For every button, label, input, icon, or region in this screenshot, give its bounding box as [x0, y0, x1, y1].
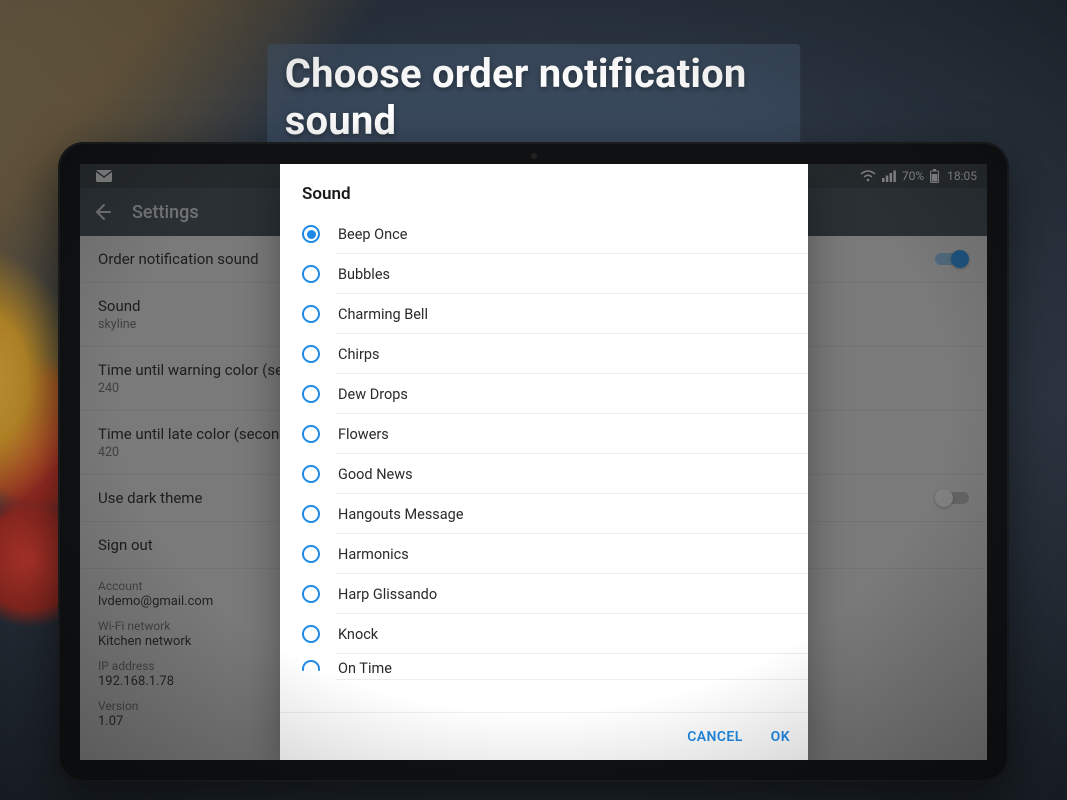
sound-option[interactable]: Bubbles: [280, 254, 808, 294]
radio-icon: [302, 545, 320, 563]
radio-icon: [302, 305, 320, 323]
sound-option[interactable]: Beep Once: [280, 214, 808, 254]
sound-option-label: Chirps: [338, 346, 380, 363]
sound-option[interactable]: Charming Bell: [280, 294, 808, 334]
banner-title: Choose order notification sound: [267, 44, 801, 150]
radio-icon: [302, 505, 320, 523]
sound-option-label: Harmonics: [338, 546, 409, 563]
sound-dialog: Sound Beep Once Bubbles Charming Bell Chirp…: [280, 164, 808, 760]
tablet-frame: 70% 18:05 Settings Order notification so…: [58, 142, 1009, 782]
sound-option[interactable]: Flowers: [280, 414, 808, 454]
sound-option[interactable]: Dew Drops: [280, 374, 808, 414]
tablet-screen: 70% 18:05 Settings Order notification so…: [80, 164, 987, 760]
sound-option-label: On Time: [338, 660, 392, 677]
promo-background: Choose order notification sound 70%: [0, 0, 1067, 800]
radio-icon: [302, 585, 320, 603]
radio-icon: [302, 345, 320, 363]
sound-option[interactable]: Knock: [280, 614, 808, 654]
sound-option-label: Beep Once: [338, 226, 407, 243]
cancel-button[interactable]: CANCEL: [687, 729, 742, 745]
sound-option[interactable]: Harmonics: [280, 534, 808, 574]
radio-icon: [302, 425, 320, 443]
dialog-actions: CANCEL OK: [280, 712, 808, 760]
radio-icon: [302, 385, 320, 403]
sound-option[interactable]: Good News: [280, 454, 808, 494]
sound-option[interactable]: Hangouts Message: [280, 494, 808, 534]
radio-icon: [302, 465, 320, 483]
sound-option-label: Good News: [338, 466, 413, 483]
sound-option-label: Hangouts Message: [338, 506, 464, 523]
dialog-title: Sound: [280, 164, 808, 214]
sound-option-label: Charming Bell: [338, 306, 428, 323]
sound-option-label: Harp Glissando: [338, 586, 437, 603]
radio-icon: [302, 225, 320, 243]
radio-icon: [302, 265, 320, 283]
sound-option-label: Knock: [338, 626, 378, 643]
radio-icon: [302, 625, 320, 643]
sound-option-label: Dew Drops: [338, 386, 408, 403]
sound-option[interactable]: Chirps: [280, 334, 808, 374]
sound-option[interactable]: Harp Glissando: [280, 574, 808, 614]
radio-icon: [302, 660, 320, 678]
sound-option[interactable]: On Time: [280, 654, 808, 680]
sound-options-list[interactable]: Beep Once Bubbles Charming Bell Chirps Dew D…: [280, 214, 808, 712]
sound-option-label: Bubbles: [338, 266, 390, 283]
ok-button[interactable]: OK: [771, 729, 790, 745]
tablet-camera-icon: [530, 152, 538, 160]
sound-option-label: Flowers: [338, 426, 389, 443]
